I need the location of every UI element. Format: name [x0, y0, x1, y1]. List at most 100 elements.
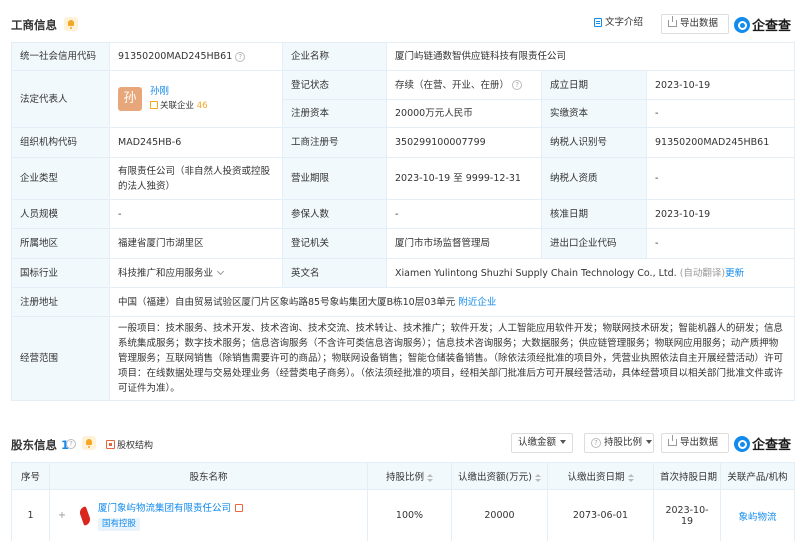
biz-term-value: 2023-10-19 至 9999-12-31: [386, 157, 542, 200]
est-date-label: 成立日期: [541, 70, 647, 100]
qichacha-logo-text: 企查查: [752, 19, 792, 34]
row-ratio: 100%: [367, 489, 452, 541]
info-icon: ?: [591, 437, 601, 448]
ie-code-label: 进出口企业代码: [541, 228, 647, 259]
paid-capital-value: -: [646, 99, 795, 128]
col-related: 关联产品/机构: [720, 462, 795, 490]
bell-icon[interactable]: [82, 436, 96, 450]
related-company-count: 46: [196, 101, 208, 111]
sort-amount-label: 认缴金额: [518, 437, 557, 448]
sort-icon[interactable]: [534, 473, 541, 482]
shareholder-info: 厦门象屿物流集团有限责任公司 国有控股: [98, 501, 245, 531]
related-company-label: 关联企业: [160, 101, 195, 111]
region-label: 所属地区: [11, 228, 110, 259]
reg-authority-label: 登记机关: [282, 228, 387, 259]
sort-icon[interactable]: [627, 473, 634, 482]
export-icon: [668, 16, 677, 27]
equity-structure-link[interactable]: 股权结构: [106, 438, 153, 451]
legal-rep-info: 孙刚 关联企业 46: [150, 85, 208, 113]
industry-cell[interactable]: 科技推广和应用服务业: [109, 258, 283, 288]
credit-code-label: 统一社会信用代码: [11, 42, 110, 71]
col-ratio-label: 持股比例: [385, 472, 424, 483]
business-info-header: 工商信息 文字介绍 导出数据 企查查: [0, 8, 800, 38]
document-icon: [594, 18, 602, 27]
credit-code-cell: 91350200MAD245HB61 ?: [109, 42, 283, 71]
staff-size-value: -: [109, 199, 283, 229]
relation-icon[interactable]: [235, 503, 244, 512]
legal-rep-related[interactable]: 关联企业 46: [150, 101, 208, 111]
business-info-table: 统一社会信用代码 91350200MAD245HB61 ? 企业名称 厦门屿链通…: [11, 42, 795, 401]
export-icon: [668, 435, 677, 446]
paid-capital-label: 实缴资本: [541, 99, 647, 128]
col-ratio[interactable]: 持股比例: [367, 462, 452, 490]
scope-value: 一般项目：技术服务、技术开发、技术咨询、技术交流、技术转让、技术推广；软件开发；…: [109, 316, 795, 401]
bell-icon[interactable]: [64, 17, 78, 31]
col-amount[interactable]: 认缴出资额(万元): [451, 462, 548, 490]
ent-type-value: 有限责任公司（非自然人投资或控股的法人独资）: [109, 157, 283, 200]
qichacha-logo-icon: [734, 17, 750, 33]
sort-amount-button[interactable]: 认缴金额: [511, 433, 573, 453]
est-date-value: 2023-10-19: [646, 70, 795, 100]
col-amount-label: 认缴出资额(万元): [458, 472, 532, 483]
address-value[interactable]: 中国（福建）自由贸易试验区厦门片区象屿路85号象屿集团大厦B栋10层03单元: [118, 297, 455, 308]
row-no: 1: [11, 489, 50, 541]
chevron-down-icon[interactable]: [216, 267, 225, 275]
biz-term-label: 营业期限: [282, 157, 387, 200]
reg-status-label: 登记状态: [282, 70, 387, 100]
export-data-button[interactable]: 导出数据: [661, 433, 729, 453]
caret-down-icon: [646, 440, 653, 444]
row-date: 2073-06-01: [547, 489, 654, 541]
en-name-value[interactable]: Xiamen Yulintong Shuzhi Supply Chain Tec…: [395, 268, 677, 279]
reg-status-cell: 存续（在营、开业、在册） ?: [386, 70, 542, 100]
info-icon[interactable]: ?: [235, 51, 246, 62]
export-data-button[interactable]: 导出数据: [661, 14, 729, 34]
en-name-update-link[interactable]: 更新: [725, 268, 744, 279]
reg-capital-label: 注册资本: [282, 99, 387, 128]
export-data-label: 导出数据: [680, 18, 719, 29]
col-date[interactable]: 认缴出资日期: [547, 462, 654, 490]
company-logo[interactable]: [73, 505, 95, 527]
legal-rep-cell: 孙 孙刚 关联企业 46: [109, 70, 283, 128]
legal-rep-avatar[interactable]: 孙: [118, 87, 142, 111]
industry-value: 科技推广和应用服务业: [118, 267, 214, 279]
equity-structure-label: 股权结构: [117, 441, 154, 451]
biz-reg-no-value[interactable]: 350299100007799: [386, 127, 542, 158]
taxpayer-id-value[interactable]: 91350200MAD245HB61: [646, 127, 795, 158]
col-name: 股东名称: [49, 462, 368, 490]
state-owned-tag: 国有控股: [98, 517, 141, 531]
text-intro-label: 文字介绍: [605, 17, 644, 28]
equity-structure-icon: [106, 440, 115, 449]
row-first-date: 2023-10-19: [653, 489, 721, 541]
shareholder-header: 股东信息 1 ? 股权结构 认缴金额 ? 持股比例 导出数据 企查查: [0, 428, 800, 458]
info-icon[interactable]: ?: [512, 80, 523, 90]
row-amount: 20000: [451, 489, 548, 541]
related-company-icon: [150, 101, 159, 109]
nearby-companies-link[interactable]: 附近企业: [458, 297, 496, 308]
industry-label: 国标行业: [11, 258, 110, 288]
en-name-cell: Xiamen Yulintong Shuzhi Supply Chain Tec…: [386, 258, 795, 288]
sort-icon[interactable]: [427, 473, 433, 482]
org-code-value[interactable]: MAD245HB-6: [109, 127, 283, 158]
row-name-cell: + 厦门象屿物流集团有限责任公司 国有控股: [49, 489, 368, 541]
credit-code-value[interactable]: 91350200MAD245HB61: [118, 51, 232, 62]
legal-rep-name-link[interactable]: 孙刚: [150, 86, 169, 97]
reg-status-value: 存续（在营、开业、在册）: [395, 79, 510, 91]
region-value: 福建省厦门市湖里区: [109, 228, 283, 259]
col-no: 序号: [11, 462, 50, 490]
text-intro-button[interactable]: 文字介绍: [590, 14, 648, 34]
info-icon[interactable]: ?: [66, 439, 76, 449]
export-data-label: 导出数据: [680, 437, 719, 448]
reg-capital-value: 20000万元人民币: [386, 99, 542, 128]
company-name-value[interactable]: 厦门屿链通数智供应链科技有限责任公司: [386, 42, 795, 71]
col-first-date: 首次持股日期: [653, 462, 721, 490]
scope-label: 经营范围: [11, 316, 110, 401]
filter-ratio-button[interactable]: ? 持股比例: [584, 433, 654, 453]
company-name-label: 企业名称: [282, 42, 387, 71]
expand-toggle[interactable]: +: [58, 510, 66, 521]
caret-down-icon: [560, 440, 567, 444]
biz-reg-no-label: 工商注册号: [282, 127, 387, 158]
shareholder-name-link[interactable]: 厦门象屿物流集团有限责任公司: [98, 503, 231, 514]
address-label: 注册地址: [11, 287, 110, 317]
row-related-link[interactable]: 象屿物流: [720, 489, 795, 541]
col-date-label: 认缴出资日期: [567, 472, 625, 483]
